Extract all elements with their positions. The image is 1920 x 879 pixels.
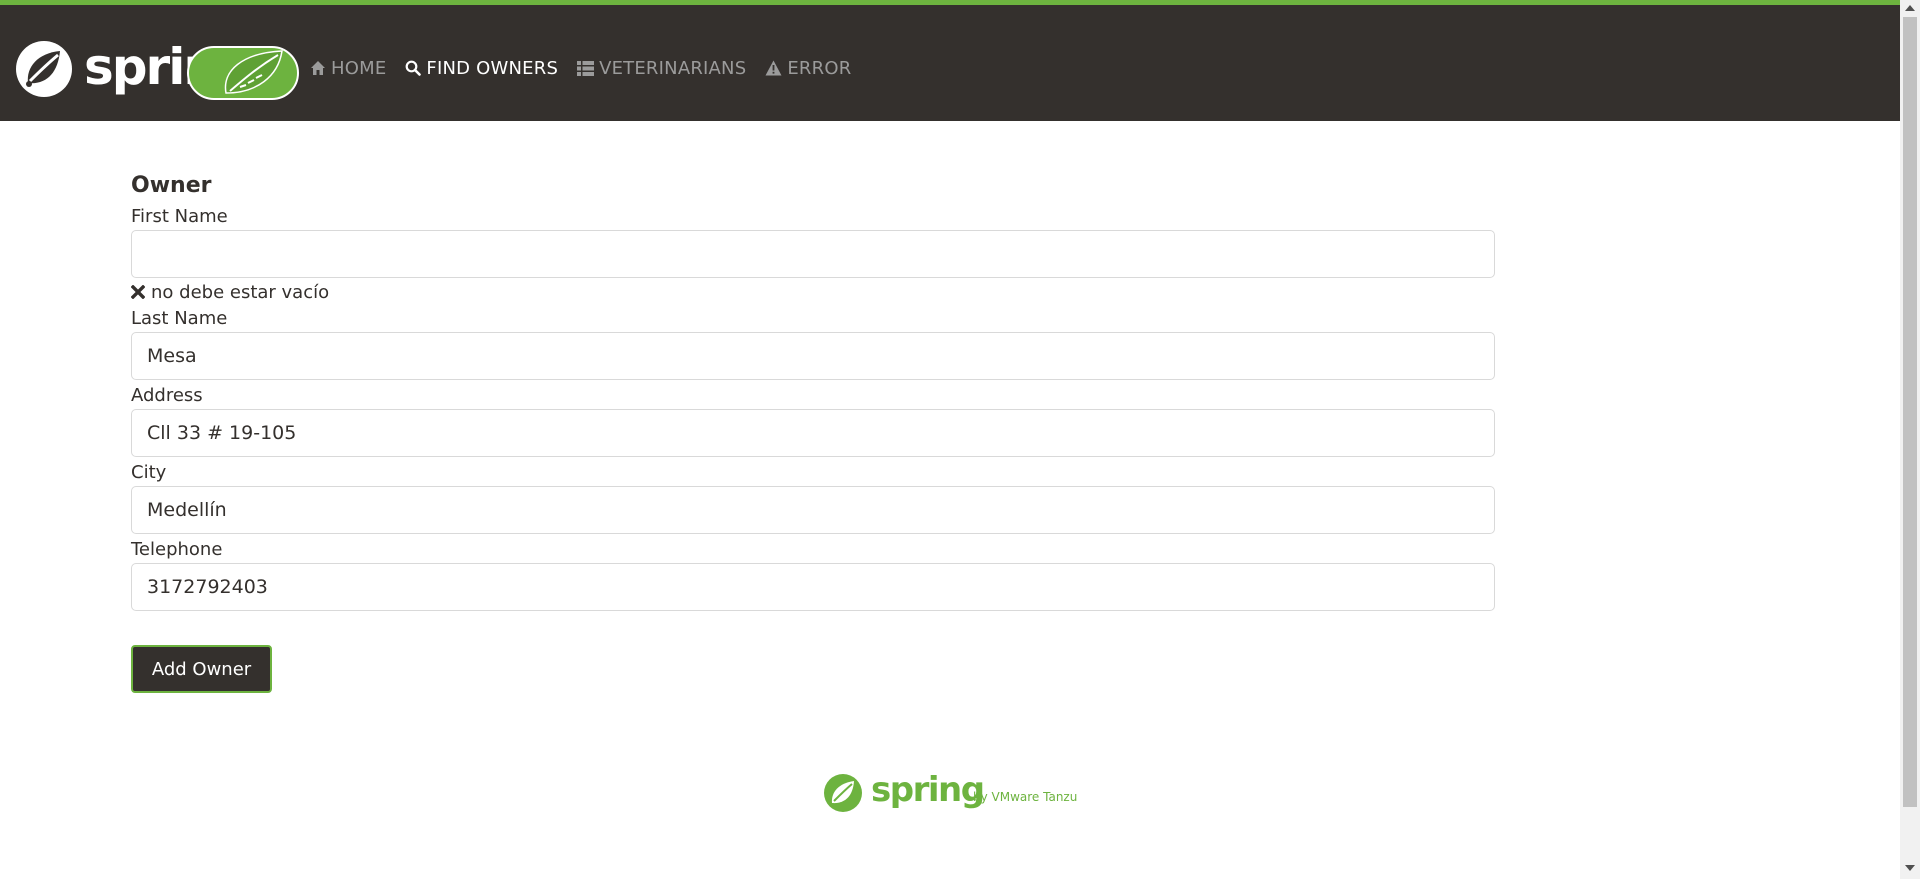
- nav-item-label: HOME: [331, 57, 387, 79]
- scroll-thumb[interactable]: [1903, 17, 1917, 807]
- nav-item-label: ERROR: [787, 57, 852, 79]
- error-message: no debe estar vacío: [151, 281, 330, 303]
- spring-leaf-icon: [824, 774, 862, 812]
- footer-logo: spring by VMware Tanzu: [823, 770, 1083, 816]
- scroll-down-icon[interactable]: [1905, 865, 1915, 871]
- nav-item-find-owners[interactable]: FIND OWNERS: [405, 53, 558, 83]
- scroll-up-icon[interactable]: [1905, 5, 1915, 11]
- city-label: City: [131, 462, 167, 483]
- page-title: Owner: [131, 173, 212, 198]
- pet-badge-icon: [187, 46, 299, 100]
- close-icon: [131, 285, 145, 299]
- address-input[interactable]: [131, 409, 1495, 457]
- nav-item-error[interactable]: ERROR: [765, 53, 851, 83]
- telephone-input[interactable]: [131, 563, 1495, 611]
- navbar: spring HOME FIND OWNERS VETERINARIANS ER…: [0, 5, 1900, 121]
- last-name-input[interactable]: [131, 332, 1495, 380]
- first-name-input[interactable]: [131, 230, 1495, 278]
- telephone-label: Telephone: [131, 539, 223, 560]
- main-nav: HOME FIND OWNERS VETERINARIANS ERROR: [310, 53, 870, 83]
- list-icon: [577, 60, 595, 76]
- nav-item-label: FIND OWNERS: [426, 57, 559, 79]
- last-name-label: Last Name: [131, 308, 228, 329]
- brand-logo[interactable]: spring: [14, 37, 300, 101]
- search-icon: [406, 60, 422, 76]
- add-owner-button[interactable]: Add Owner: [131, 645, 272, 693]
- nav-item-veterinarians[interactable]: VETERINARIANS: [577, 53, 746, 83]
- spring-leaf-icon: [16, 41, 72, 97]
- footer-tagline: by VMware Tanzu: [973, 790, 1078, 804]
- first-name-label: First Name: [131, 206, 228, 227]
- address-label: Address: [131, 385, 203, 406]
- home-icon: [311, 61, 325, 75]
- warning-icon: [765, 60, 782, 76]
- owner-form: Owner First Name no debe estar vacío Las…: [131, 168, 1495, 611]
- nav-item-home[interactable]: HOME: [310, 53, 386, 83]
- footer-brand: spring: [871, 770, 985, 810]
- nav-item-label: VETERINARIANS: [599, 57, 747, 79]
- page-scrollbar[interactable]: [1900, 0, 1920, 879]
- city-input[interactable]: [131, 486, 1495, 534]
- first-name-error: no debe estar vacío: [131, 278, 1495, 306]
